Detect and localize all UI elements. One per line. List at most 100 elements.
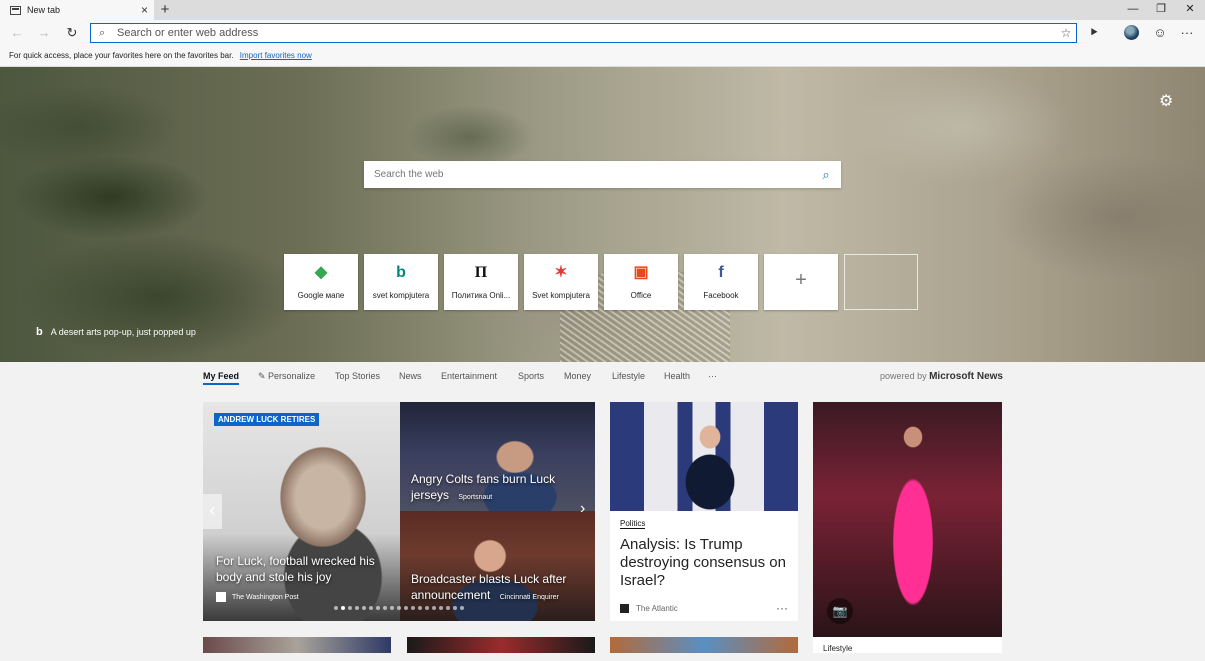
feedback-smiley-icon[interactable]: ☺ [1150,24,1170,42]
card-title[interactable]: For Luck, football wrecked his body and … [216,553,391,585]
tile-label: Facebook [703,291,739,300]
next-row-card[interactable] [407,637,595,653]
add-site-tile[interactable]: + [764,254,838,310]
feed-tab-personalize[interactable]: ✎ Personalize [258,371,315,382]
carousel-dot[interactable] [355,606,359,610]
washington-post-logo-icon [216,592,226,602]
top-sites: ◆ Google мапе b svet kompjutera П Полити… [284,254,918,310]
carousel-dot[interactable] [362,606,366,610]
page-settings-gear-icon[interactable]: ⚙ [1159,91,1173,111]
feed-tab-my-feed[interactable]: My Feed [203,371,240,385]
carousel-dot[interactable] [425,606,429,610]
empty-site-tile[interactable] [844,254,918,310]
carousel-dot[interactable] [390,606,394,610]
top-site-tile[interactable]: f Facebook [684,254,758,310]
carousel-top-card[interactable]: Angry Colts fans burn Luck jerseys Sport… [400,402,595,511]
image-caption[interactable]: b A desert arts pop-up, just popped up [36,326,196,338]
feed-tab-top-stories[interactable]: Top Stories [335,371,380,381]
office-icon: ▣ [633,264,649,281]
send-page-icon[interactable]: ⯈ [1084,24,1104,42]
politics-card[interactable]: Politics Analysis: Is Trump destroying c… [610,402,798,621]
carousel-main-card[interactable]: ANDREW LUCK RETIRES ‹ For Luck, football… [203,402,400,621]
favorites-hint-text: For quick access, place your favorites h… [9,51,234,60]
carousel-dot[interactable] [341,606,345,610]
minimize-button[interactable]: — [1118,0,1148,20]
feed-tab-label: Personalize [268,371,316,381]
web-search-box[interactable]: ⌕ [364,161,841,188]
caption-text: A desert arts pop-up, just popped up [50,327,196,337]
top-site-tile[interactable]: b svet kompjutera [364,254,438,310]
svet-kompjutera-icon: ✶ [554,264,568,281]
web-search-input[interactable] [364,168,811,181]
carousel-dot[interactable] [334,606,338,610]
top-site-tile[interactable]: П Политика Onli... [444,254,518,310]
feed-tab-entertainment[interactable]: Entertainment [441,371,497,381]
story-badge: ANDREW LUCK RETIRES [214,413,320,426]
carousel-dot[interactable] [376,606,380,610]
feed-tab-health[interactable]: Health [664,371,690,381]
card-image [203,402,400,621]
top-site-tile[interactable]: ✶ Svet kompjutera [524,254,598,310]
carousel-dot[interactable] [453,606,457,610]
card-title[interactable]: Broadcaster blasts Luck after announceme… [411,571,591,606]
top-site-tile[interactable]: ◆ Google мапе [284,254,358,310]
favorites-bar: For quick access, place your favorites h… [0,46,1205,67]
address-search-icon: ⌕ [99,26,106,39]
lifestyle-card[interactable]: 📷 [813,402,1002,637]
feed-tab-lifestyle[interactable]: Lifestyle [612,371,645,381]
top-site-tile[interactable]: ▣ Office [604,254,678,310]
feed-tab-sports[interactable]: Sports [518,371,544,381]
back-icon[interactable]: ← [8,24,26,42]
carousel-dot[interactable] [369,606,373,610]
web-search-icon[interactable]: ⌕ [811,167,841,183]
source-name: Cincinnati Enquirer [499,594,559,601]
carousel-next-icon[interactable]: › [580,500,592,520]
powered-by: powered by Microsoft News [880,371,1003,382]
address-bar[interactable]: ⌕ ☆ [90,23,1077,43]
carousel-dot[interactable] [383,606,387,610]
card-source: The Washington Post [216,592,299,602]
card-more-icon[interactable]: ··· [776,601,788,615]
card-category[interactable]: Politics [620,519,646,529]
carousel-dot[interactable] [411,606,415,610]
carousel-dot[interactable] [404,606,408,610]
atlantic-logo-icon [620,604,629,613]
address-input[interactable] [113,25,1056,41]
bing-logo-icon: b [36,326,43,338]
carousel-dot[interactable] [460,606,464,610]
carousel-dot[interactable] [418,606,422,610]
new-tab-button[interactable]: + [158,0,172,20]
forward-icon[interactable]: → [35,24,53,42]
feed-tab-news[interactable]: News [399,371,422,381]
carousel-dot[interactable] [397,606,401,610]
carousel-dot[interactable] [439,606,443,610]
tab-new-tab[interactable]: New tab × [0,0,154,20]
card-image [610,402,798,511]
close-window-button[interactable]: ✕ [1175,0,1205,20]
feed-more-icon[interactable]: ··· [708,371,717,381]
card-title[interactable]: Angry Colts fans burn Luck jerseys Sport… [411,471,586,506]
carousel-dot[interactable] [446,606,450,610]
carousel-prev-icon[interactable]: ‹ [203,494,222,529]
next-row-card[interactable] [203,637,391,653]
import-favorites-link[interactable]: Import favorites now [240,51,312,60]
card-category[interactable]: Lifestyle [813,637,1002,653]
more-menu-icon[interactable]: ··· [1177,24,1197,42]
card-title[interactable]: Analysis: Is Trump destroying consensus … [620,536,792,590]
refresh-icon[interactable]: ↻ [63,24,81,42]
next-row-card[interactable] [610,637,798,653]
favorite-star-icon[interactable]: ☆ [1056,26,1076,40]
carousel-bottom-card[interactable]: Broadcaster blasts Luck after announceme… [400,511,595,621]
source-name: The Atlantic [636,604,678,613]
pencil-icon: ✎ [258,371,269,381]
google-maps-icon: ◆ [314,264,328,281]
feed-tab-money[interactable]: Money [564,371,591,381]
tile-label: Google мапе [297,291,345,300]
restore-button[interactable]: ❐ [1146,0,1176,20]
profile-avatar[interactable] [1124,25,1139,40]
carousel-dot[interactable] [432,606,436,610]
carousel-dot[interactable] [348,606,352,610]
tab-close-icon[interactable]: × [141,3,148,17]
camera-icon[interactable]: 📷 [827,598,853,624]
tile-label: Политика Onli... [451,291,511,300]
